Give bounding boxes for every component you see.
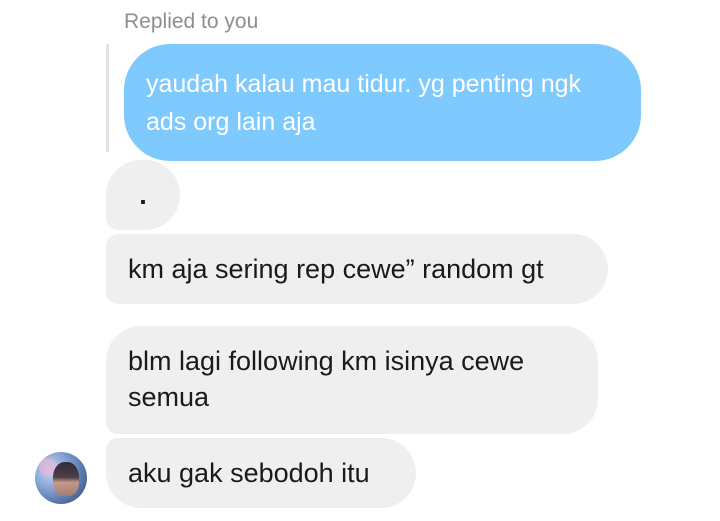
message-text: aku gak sebodoh itu [128, 458, 370, 488]
message-bubble[interactable]: km aja sering rep cewe” random gt [106, 234, 608, 304]
message-text: blm lagi following km isinya cewe semua [128, 346, 525, 412]
message-bubble[interactable]: aku gak sebodoh itu [106, 438, 416, 508]
sender-avatar[interactable] [35, 452, 87, 504]
quoted-message-text: yaudah kalau mau tidur. yg penting ngk a… [146, 70, 582, 136]
message-text: km aja sering rep cewe” random gt [128, 254, 544, 284]
quoted-message-bubble[interactable]: yaudah kalau mau tidur. yg penting ngk a… [124, 44, 641, 161]
message-bubble[interactable]: blm lagi following km isinya cewe semua [106, 326, 598, 434]
message-text: . [139, 180, 147, 210]
avatar-photo-icon [53, 462, 79, 496]
replied-to-you-label: Replied to you [124, 10, 259, 33]
message-bubble[interactable]: . [106, 160, 180, 230]
reply-quote-bar [106, 44, 109, 152]
